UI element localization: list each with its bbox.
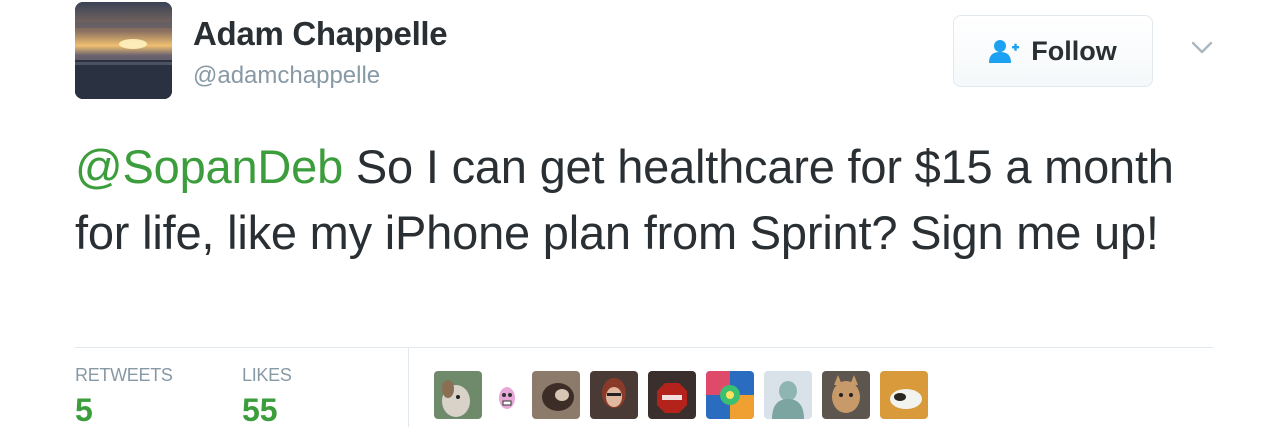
liker-avatar-woman[interactable] [590,371,638,419]
liker-avatar-cartoon[interactable] [492,371,522,419]
stats-divider [408,348,409,427]
follow-button[interactable]: Follow [953,15,1153,87]
tweet-card: Adam Chappelle @adamchappelle Follow @So… [0,0,1280,427]
liker-avatars [434,370,928,420]
retweets-stat[interactable]: RETWEETS 5 [75,365,173,427]
liker-avatar-stop-sign[interactable] [648,371,696,419]
likes-label: LIKES [242,365,292,385]
retweets-label: RETWEETS [75,365,173,385]
follow-label: Follow [1031,35,1117,66]
liker-avatar-colorful-art[interactable] [706,371,754,419]
author-handle[interactable]: @adamchappelle [193,62,380,90]
liker-avatar-cat[interactable] [822,371,870,419]
chevron-down-icon[interactable] [1188,38,1216,58]
author-name[interactable]: Adam Chappelle [193,15,448,53]
mention-link[interactable]: @SopanDeb [75,140,343,193]
liker-avatar-puppy[interactable] [880,371,928,419]
likes-stat[interactable]: LIKES 55 [242,365,292,427]
divider [75,347,1213,348]
tweet-text: @SopanDeb So I can get healthcare for $1… [75,134,1225,266]
liker-avatar-dog[interactable] [434,371,482,419]
liker-avatar-pet[interactable] [532,371,580,419]
retweets-count: 5 [75,392,93,427]
likes-count: 55 [242,392,278,427]
author-avatar[interactable] [75,2,172,99]
add-user-icon [989,39,1020,63]
liker-avatar-statue[interactable] [764,371,812,419]
